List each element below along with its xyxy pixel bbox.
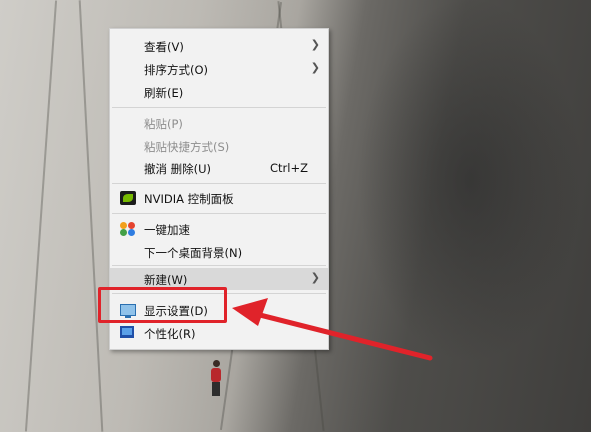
annotation-arrow [232,298,433,361]
watermark-logo [508,380,584,424]
arrow-head [232,298,268,326]
arrow-shaft [249,310,433,361]
